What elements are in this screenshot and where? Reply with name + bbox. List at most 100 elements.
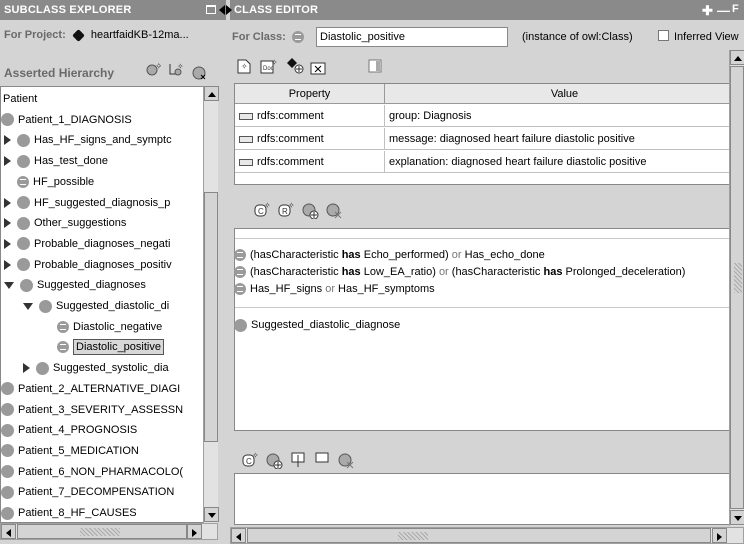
tree-row-label: Suggested_diagnoses (37, 279, 146, 292)
editor-scroll-thumb[interactable] (730, 66, 744, 509)
column-header-property[interactable]: Property (235, 84, 385, 104)
tree-row[interactable]: Patient_7_DECOMPENSATION (1, 482, 201, 502)
class-icon (1, 423, 14, 437)
editor-scroll-down-button[interactable] (730, 510, 744, 525)
annotation-property-icon (239, 112, 253, 120)
scroll-right-button[interactable] (187, 524, 202, 539)
tree-row[interactable]: Patient_6_NON_PHARMACOLO( (1, 462, 201, 482)
scroll-down-button[interactable] (204, 507, 219, 522)
delete-annotation-icon[interactable] (310, 59, 326, 75)
collapse-arrow-icon[interactable] (23, 302, 33, 310)
add-icon[interactable]: ✚ (702, 3, 713, 19)
maximize-icon[interactable] (206, 5, 216, 14)
remove-all-disjoint-icon[interactable] (314, 452, 332, 468)
delete-disjoint-icon[interactable] (338, 453, 356, 469)
create-disjoint-icon[interactable]: C ✧ (242, 451, 259, 467)
collapse-arrow-icon[interactable] (4, 281, 14, 289)
add-all-disjoint-icon[interactable] (290, 452, 308, 468)
add-disjoint-icon[interactable] (266, 453, 284, 470)
tree-row[interactable]: Other_suggestions (4, 213, 201, 233)
add-annotation-icon[interactable] (286, 57, 306, 75)
tree-row[interactable]: Suggested_diastolic_di (23, 296, 201, 316)
column-header-value[interactable]: Value (385, 84, 743, 104)
tree-row[interactable]: Patient_2_ALTERNATIVE_DIAGI (1, 379, 201, 399)
collapse-left-arrow-icon[interactable] (219, 5, 225, 15)
inferred-view-checkbox[interactable] (658, 30, 669, 41)
tree-row-label: Patient_6_NON_PHARMACOLO( (18, 465, 184, 478)
remove-class-icon[interactable] (326, 203, 344, 219)
tree-row[interactable]: Suggested_diagnoses (4, 275, 201, 295)
value-cell[interactable]: message: diagnosed heart failure diastol… (385, 128, 743, 150)
subclass-explorer-pane: SUBCLASS EXPLORER For Project: heartfaid… (0, 0, 226, 544)
class-tree[interactable]: Patient Patient_1_DIAGNOSIS Has_HF_signs_a… (0, 86, 218, 523)
expand-arrow-icon[interactable] (4, 135, 11, 146)
tree-row[interactable]: Patient (3, 89, 201, 109)
expand-arrow-icon[interactable] (4, 197, 11, 208)
expand-arrow-icon[interactable] (4, 218, 11, 229)
expand-arrow-icon[interactable] (4, 238, 11, 249)
tree-row[interactable]: Patient_3_SEVERITY_ASSESSN (1, 400, 201, 420)
scroll-left-button[interactable] (1, 524, 16, 539)
expand-arrow-icon[interactable] (23, 363, 30, 374)
editor-scroll-left-button[interactable] (231, 528, 246, 543)
editor-scroll-up-button[interactable] (730, 50, 744, 65)
add-named-class-icon[interactable] (302, 203, 320, 220)
tree-row-label: Patient_3_SEVERITY_ASSESSN (18, 403, 184, 416)
annotation-table[interactable]: Property Value rdfs:comment group: Diagnosi… (234, 83, 744, 185)
tree-row[interactable]: Patient_4_PROGNOSIS (1, 420, 201, 440)
value-cell[interactable]: explanation: diagnosed heart failure dia… (385, 151, 743, 173)
tree-row[interactable]: Patient_1_DIAGNOSIS (1, 110, 201, 130)
tree-row[interactable]: HF_suggested_diagnosis_p (4, 193, 201, 213)
tree-row-label: Has_test_done (34, 155, 108, 168)
tree-row[interactable]: Suggested_systolic_dia (23, 358, 201, 378)
annotation-row[interactable]: rdfs:comment explanation: diagnosed heart… (235, 151, 743, 173)
create-annotation-icon[interactable]: ✧ (236, 58, 252, 74)
scroll-thumb[interactable] (204, 192, 218, 442)
create-restriction2-icon[interactable]: R ✧ (278, 201, 295, 217)
editor-scroll-right-button[interactable] (712, 528, 727, 543)
editor-vertical-scrollbar[interactable] (729, 50, 744, 526)
create-restriction-icon[interactable]: C ✧ (254, 201, 271, 217)
delete-class-icon[interactable] (192, 66, 206, 80)
tree-row[interactable]: HF_possible (4, 172, 201, 192)
tree-horizontal-scrollbar[interactable] (0, 523, 218, 540)
tree-row[interactable]: Patient_8_HF_CAUSES (1, 503, 201, 522)
condition-part: or (325, 283, 335, 295)
class-icon (1, 465, 14, 479)
remove-icon[interactable]: — (717, 3, 730, 18)
tree-row[interactable]: Patient_5_MEDICATION (1, 441, 201, 461)
h-scroll-thumb[interactable] (17, 524, 187, 539)
class-name-field[interactable]: Diastolic_positive (316, 27, 508, 47)
create-document-icon[interactable]: Doc ✧ (260, 58, 278, 74)
tree-row[interactable]: Diastolic_negative (57, 317, 201, 337)
tree-row[interactable]: Has_HF_signs_and_symptc (4, 130, 201, 150)
f-icon[interactable]: F (732, 3, 739, 15)
tree-row[interactable]: Probable_diagnoses_positiv (4, 255, 201, 275)
annotation-row[interactable]: rdfs:comment message: diagnosed heart fai… (235, 128, 743, 150)
expand-arrow-icon[interactable] (4, 156, 11, 167)
class-icon (39, 299, 52, 313)
create-subclass-icon[interactable]: ✧ (145, 61, 163, 76)
tree-row[interactable]: Probable_diagnoses_negati (4, 234, 201, 254)
tree-row[interactable]: Diastolic_positive (57, 337, 201, 357)
view-icon[interactable] (368, 59, 382, 73)
superclass-row[interactable]: Suggested_diastolic_diagnose (234, 316, 400, 334)
editor-h-scroll-thumb[interactable] (247, 528, 711, 543)
expand-right-arrow-icon[interactable] (226, 5, 232, 15)
tree-row[interactable]: Has_test_done (4, 151, 201, 171)
scroll-up-button[interactable] (204, 86, 219, 101)
expand-arrow-icon[interactable] (4, 259, 11, 270)
tree-vertical-scrollbar[interactable] (203, 86, 219, 523)
condition-row[interactable]: (hasCharacteristic has Echo_performed) o… (234, 246, 545, 264)
condition-part: Has_HF_signs (250, 283, 326, 295)
editor-horizontal-scrollbar[interactable] (230, 527, 744, 544)
project-label: For Project: (4, 29, 66, 41)
condition-row[interactable]: (hasCharacteristic has Low_EA_ratio) or … (234, 263, 685, 281)
disjoint-box[interactable] (234, 473, 744, 525)
create-sibling-icon[interactable]: ✧ (168, 62, 184, 76)
condition-row[interactable]: Has_HF_signs or Has_HF_symptoms (234, 280, 435, 298)
annotation-row[interactable]: rdfs:comment group: Diagnosis (235, 105, 743, 127)
condition-part: Prolonged_deceleration) (562, 266, 686, 278)
value-cell[interactable]: group: Diagnosis (385, 105, 743, 127)
property-label: rdfs:comment (257, 156, 324, 168)
